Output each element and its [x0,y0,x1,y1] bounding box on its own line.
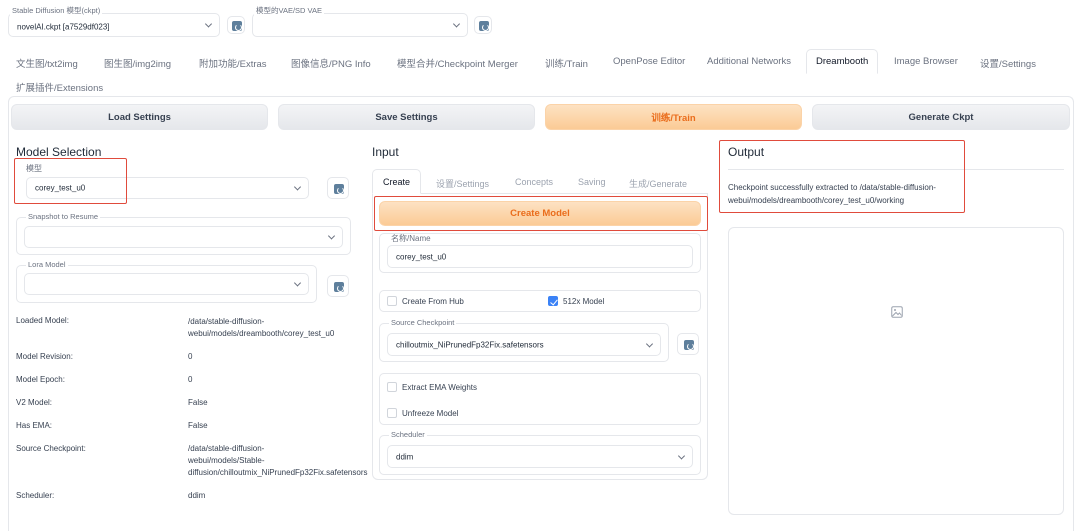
info-value-loaded-model-line1: /data/stable-diffusion- [188,317,265,326]
annotation-output-box [719,140,965,213]
tab-img2img[interactable]: 图生图/img2img [104,56,171,70]
refresh-model-button[interactable] [327,177,349,199]
tab-train[interactable]: 训练/Train [545,56,588,70]
train-button[interactable]: 训练/Train [545,104,802,130]
create-from-hub-checkbox[interactable] [387,296,397,306]
info-key-model-epoch: Model Epoch: [16,375,65,384]
chevron-down-icon [293,183,302,191]
tab-extras[interactable]: 附加功能/Extras [199,56,267,70]
input-tab-create[interactable]: Create [383,177,410,187]
info-value-source-checkpoint-line3: diffusion/chilloutmix_NiPrunedFp32Fix.sa… [188,468,368,477]
save-settings-button[interactable]: Save Settings [278,104,535,130]
chevron-down-icon [293,279,302,287]
vae-select[interactable] [252,13,468,37]
image-placeholder-icon [891,306,903,318]
snapshot-label: Snapshot to Resume [26,212,101,222]
tab-openpose-editor[interactable]: OpenPose Editor [613,56,685,67]
source-checkpoint-value: chilloutmix_NiPrunedFp32Fix.safetensors [396,340,544,349]
ckpt-label: Stable Diffusion 模型(ckpt) [10,6,103,16]
model-512x-checkbox[interactable] [548,296,558,306]
info-value-model-revision: 0 [188,352,193,361]
input-tab-concepts[interactable]: Concepts [515,177,553,187]
annotation-create-model-box [374,196,708,231]
input-tab-generate[interactable]: 生成/Generate [629,177,687,190]
chevron-down-icon [204,20,213,28]
lora-label: Lora Model [26,260,68,270]
info-key-has-ema: Has EMA: [16,421,53,430]
source-checkpoint-label: Source Checkpoint [389,318,457,328]
scheduler-label: Scheduler [389,430,427,440]
chevron-down-icon [327,232,336,240]
name-label: 名称/Name [391,234,431,243]
info-value-source-checkpoint-line2: webui/models/Stable- [188,456,265,465]
extract-ema-checkbox[interactable] [387,382,397,392]
tab-dreambooth[interactable]: Dreambooth [806,49,879,74]
unfreeze-model-checkbox[interactable] [387,408,397,418]
tab-png-info[interactable]: 图像信息/PNG Info [291,56,371,70]
input-tab-saving[interactable]: Saving [578,177,606,187]
refresh-icon [479,21,489,31]
refresh-ckpt-button[interactable] [227,16,245,34]
refresh-lora-button[interactable] [327,275,349,297]
vae-label: 模型的VAE/SD VAE [254,6,324,16]
name-input-value: corey_test_u0 [396,252,447,261]
info-value-has-ema: False [188,421,208,430]
info-key-loaded-model: Loaded Model: [16,316,69,325]
refresh-icon [334,282,344,292]
refresh-source-checkpoint-button[interactable] [677,333,699,355]
info-key-source-checkpoint: Source Checkpoint: [16,444,86,453]
input-tab-settings[interactable]: 设置/Settings [436,177,489,190]
info-value-source-checkpoint-line1: /data/stable-diffusion- [188,444,265,453]
load-settings-button[interactable]: Load Settings [11,104,268,130]
unfreeze-model-label: Unfreeze Model [402,409,459,418]
annotation-model-box [14,158,127,204]
refresh-vae-button[interactable] [474,16,492,34]
create-from-hub-label: Create From Hub [402,297,464,306]
extract-ema-label: Extract EMA Weights [402,383,477,392]
output-image-area[interactable] [728,227,1064,515]
info-value-scheduler: ddim [188,491,206,500]
tab-additional-networks[interactable]: Additional Networks [707,56,791,67]
tab-txt2img[interactable]: 文生图/txt2img [16,56,78,70]
generate-ckpt-button[interactable]: Generate Ckpt [812,104,1070,130]
chevron-down-icon [452,20,461,28]
refresh-icon [684,340,694,350]
info-value-model-epoch: 0 [188,375,193,384]
input-title: Input [372,145,399,159]
info-key-model-revision: Model Revision: [16,352,73,361]
chevron-down-icon [677,451,686,460]
source-checkpoint-select[interactable]: chilloutmix_NiPrunedFp32Fix.safetensors [387,333,661,356]
ckpt-select[interactable]: novelAI.ckpt [a7529df023] [8,13,220,37]
refresh-icon [334,184,344,194]
scheduler-value: ddim [396,452,414,461]
info-value-v2-model: False [188,398,208,407]
info-value-loaded-model-line2: webui/models/dreambooth/corey_test_u0 [188,329,335,338]
snapshot-select[interactable] [24,226,343,248]
lora-select[interactable] [24,273,309,295]
model-512x-label: 512x Model [563,297,605,306]
info-key-scheduler: Scheduler: [16,491,55,500]
chevron-down-icon [645,339,654,348]
scheduler-select[interactable]: ddim [387,445,693,468]
info-key-v2-model: V2 Model: [16,398,53,407]
ckpt-select-value: novelAI.ckpt [a7529df023] [17,22,110,32]
tab-checkpoint-merger[interactable]: 模型合并/Checkpoint Merger [397,56,518,70]
tab-settings[interactable]: 设置/Settings [980,56,1036,70]
name-input[interactable]: corey_test_u0 [387,245,693,268]
tab-image-browser[interactable]: Image Browser [894,56,958,67]
refresh-icon [232,21,242,31]
model-selection-title: Model Selection [16,145,102,159]
tab-extensions[interactable]: 扩展插件/Extensions [16,80,103,94]
